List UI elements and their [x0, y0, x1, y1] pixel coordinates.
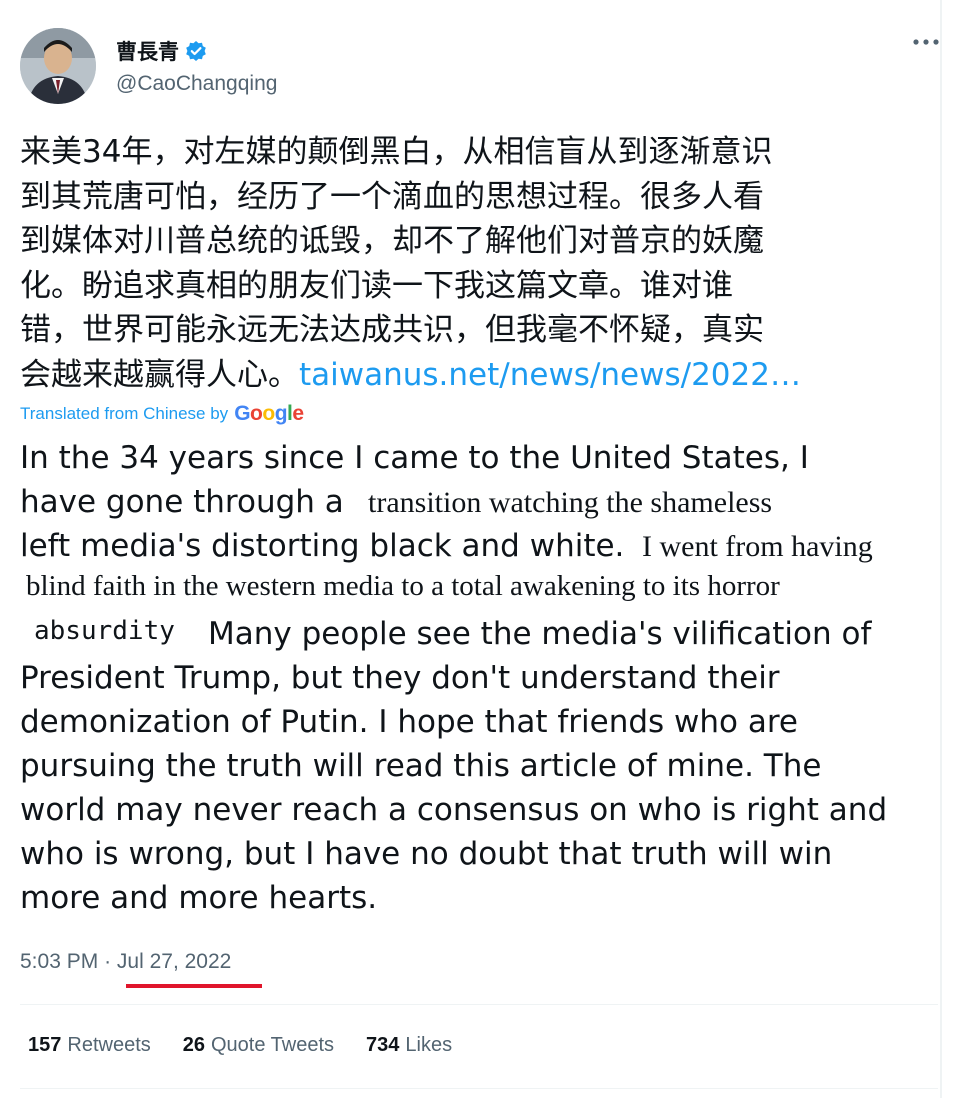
- original-line-last: 会越来越赢得人心。taiwanus.net/news/news/2022…: [20, 353, 910, 398]
- quote-tweets-count: 26: [182, 1034, 205, 1056]
- translation-line: world may never reach a consensus on who…: [20, 792, 888, 828]
- translation-line: who is wrong, but I have no doubt that t…: [20, 836, 833, 872]
- translation-edited-line: transition watching the shameless: [368, 486, 773, 519]
- more-options-icon[interactable]: [912, 38, 940, 46]
- quote-tweets-stat[interactable]: 26 Quote Tweets: [183, 1034, 334, 1057]
- translation-edited-line: I went from having: [642, 530, 873, 563]
- handle[interactable]: @CaoChangqing: [116, 72, 277, 96]
- timestamp-separator: ·: [104, 950, 112, 973]
- original-line: 化。盼追求真相的朋友们读一下我这篇文章。谁对谁: [20, 267, 733, 304]
- retweets-label: Retweets: [67, 1034, 151, 1056]
- translation-line: have gone through a: [20, 484, 344, 520]
- likes-count: 734: [366, 1034, 400, 1056]
- display-name[interactable]: 曹長青: [116, 36, 179, 66]
- original-line: 会越来越赢得人心。: [20, 356, 299, 393]
- tweet-header: 曹長青 @CaoChangqing: [20, 28, 940, 108]
- translation-line: demonization of Putin. I hope that frien…: [20, 704, 798, 740]
- translation-line: In the 34 years since I came to the Unit…: [20, 440, 809, 476]
- translation-edited-line: blind faith in the western media to a to…: [26, 570, 780, 602]
- engagement-stats: 157 Retweets 26 Quote Tweets 734 Likes: [28, 1034, 452, 1057]
- tweet-original-text: 来美34年，对左媒的颠倒黑白，从相信盲从到逐渐意识 到其荒唐可怕，经历了一个滴血…: [20, 130, 910, 397]
- google-logo: Google: [234, 402, 304, 425]
- original-line: 来美34年，对左媒的颠倒黑白，从相信盲从到逐渐意识: [20, 134, 773, 170]
- original-line: 到其荒唐可怕，经历了一个滴血的思想过程。很多人看: [20, 178, 764, 215]
- translation-line: President Trump, but they don't understa…: [20, 660, 780, 696]
- retweets-count: 157: [28, 1034, 62, 1056]
- tweet-timestamp: 5:03 PM · Jul 27, 2022: [20, 950, 231, 974]
- translation-edited-word: absurdity: [34, 616, 175, 646]
- quote-tweets-label: Quote Tweets: [211, 1034, 335, 1056]
- original-line: 错，世界可能永远无法达成共识，但我毫不怀疑，真实: [20, 312, 764, 348]
- divider: [20, 1088, 938, 1089]
- translation-line: more and more hearts.: [20, 880, 378, 916]
- verified-badge-icon: [185, 40, 207, 62]
- tweet-time[interactable]: 5:03 PM: [20, 950, 98, 973]
- retweets-stat[interactable]: 157 Retweets: [28, 1034, 151, 1057]
- avatar[interactable]: [20, 28, 96, 104]
- translation-line: Many people see the media's vilification…: [208, 616, 872, 652]
- right-border: [940, 0, 942, 1098]
- translation-attribution[interactable]: Translated from Chinese by Google: [20, 402, 304, 426]
- tweet-date[interactable]: Jul 27, 2022: [117, 950, 231, 973]
- translation-line: left media's distorting black and white.: [20, 528, 625, 564]
- date-underline-mark: [126, 984, 262, 988]
- likes-label: Likes: [405, 1034, 453, 1056]
- likes-stat[interactable]: 734 Likes: [366, 1034, 452, 1057]
- translation-line: pursuing the truth will read this articl…: [20, 748, 822, 784]
- divider: [20, 1004, 938, 1005]
- translated-from-label: Translated from Chinese by: [20, 404, 229, 423]
- article-link[interactable]: taiwanus.net/news/news/2022…: [299, 357, 801, 393]
- original-line: 到媒体对川普总统的诋毁，却不了解他们对普京的妖魔: [20, 223, 764, 259]
